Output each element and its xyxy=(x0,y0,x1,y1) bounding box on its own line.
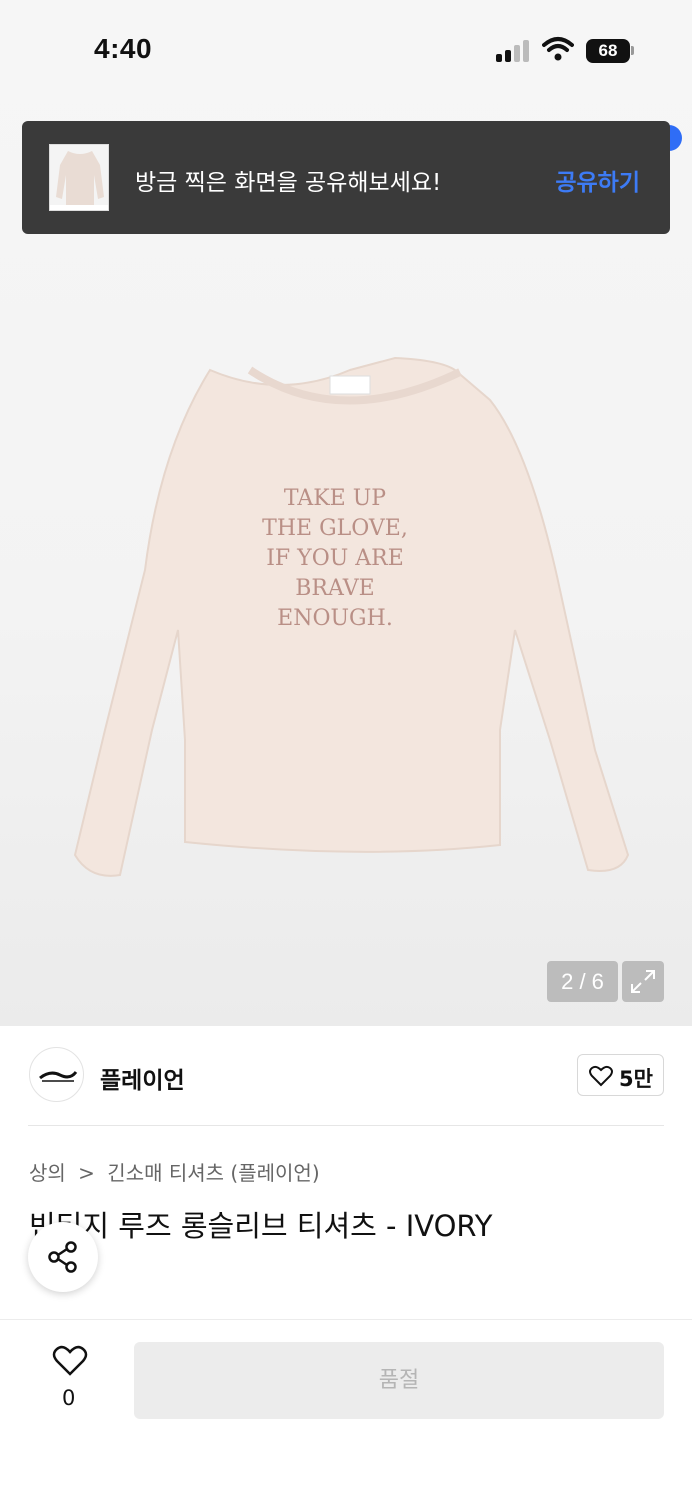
print-line: ENOUGH. xyxy=(277,606,393,631)
breadcrumb-top[interactable]: 상의 xyxy=(29,1161,66,1185)
share-toast: 방금 찍은 화면을 공유해보세요! 공유하기 xyxy=(22,121,670,234)
battery-tip xyxy=(631,46,634,55)
status-bar: 4:40 68 xyxy=(0,0,692,100)
print-line: TAKE UP xyxy=(284,486,386,511)
brand-logo-mark xyxy=(39,1071,78,1082)
heart-icon[interactable] xyxy=(52,1345,88,1377)
product-title: 빈티지 루즈 롱슬리브 티셔츠 - IVORY xyxy=(29,1209,493,1243)
wifi-icon xyxy=(542,37,574,61)
status-time: 4:40 xyxy=(94,33,153,64)
print-line: BRAVE xyxy=(295,576,374,601)
wish-count: 0 xyxy=(62,1386,76,1410)
share-action-button[interactable]: 공유하기 xyxy=(555,163,640,197)
chevron-right-icon: > xyxy=(78,1161,95,1185)
brand-like-count: 5만 xyxy=(619,1067,653,1091)
image-counter: 2 / 6 xyxy=(547,961,618,1002)
heart-icon xyxy=(589,1065,613,1087)
print-line: THE GLOVE, xyxy=(262,516,408,541)
share-icon xyxy=(48,1241,77,1273)
share-button[interactable] xyxy=(28,1222,98,1292)
screenshot-thumbnail[interactable] xyxy=(49,144,109,211)
expand-button[interactable] xyxy=(622,961,664,1002)
toast-message: 방금 찍은 화면을 공유해보세요! xyxy=(135,170,442,196)
divider xyxy=(28,1125,664,1126)
product-image: TAKE UP THE GLOVE, IF YOU ARE BRAVE ENOU… xyxy=(73,356,630,877)
sold-out-button[interactable]: 품절 xyxy=(134,1342,664,1419)
breadcrumb: 상의 > 긴소매 티셔츠 (플레이언) xyxy=(29,1157,320,1186)
brand-name[interactable]: 플레이언 xyxy=(100,1061,185,1095)
print-line: IF YOU ARE xyxy=(266,546,404,571)
brand-logo[interactable] xyxy=(29,1047,84,1102)
battery-icon: 68 xyxy=(586,39,630,63)
brand-like-button[interactable]: 5만 xyxy=(577,1054,664,1096)
expand-icon xyxy=(631,970,655,993)
breadcrumb-category[interactable]: 긴소매 티셔츠 (플레이언) xyxy=(107,1161,319,1185)
thumbnail-image xyxy=(50,151,108,210)
signal-icon xyxy=(496,40,532,62)
